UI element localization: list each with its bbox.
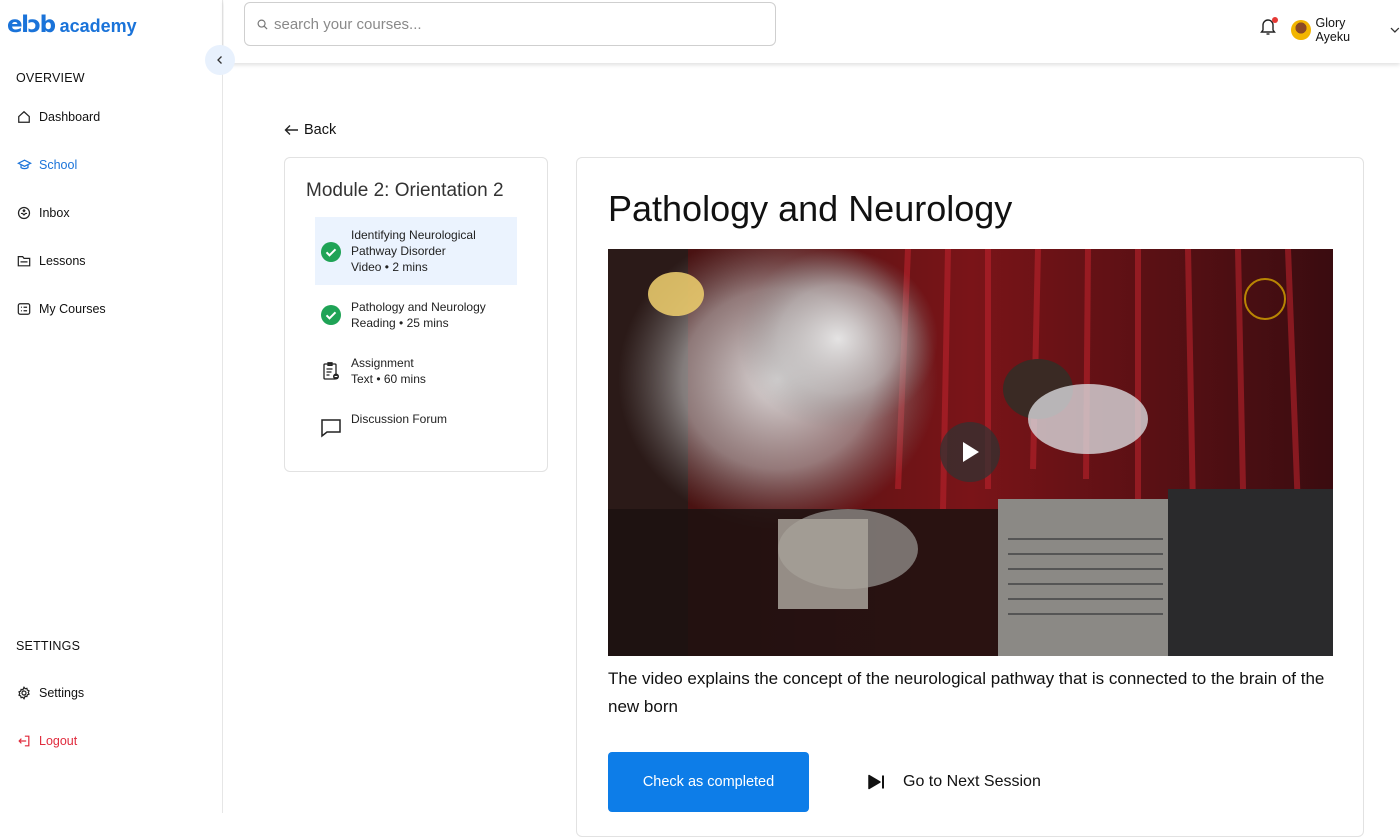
sidebar-item-logout[interactable]: Logout bbox=[16, 733, 77, 749]
search-box[interactable] bbox=[244, 2, 776, 46]
module-outline-card: Module 2: Orientation 2 Identifying Neur… bbox=[284, 157, 548, 472]
lesson-description: The video explains the concept of the ne… bbox=[608, 669, 1325, 716]
sidebar-item-label: Dashboard bbox=[39, 110, 101, 124]
lesson-title-heading: Pathology and Neurology bbox=[608, 188, 1013, 229]
lesson-item-assignment[interactable]: Assignment Text • 60 mins bbox=[315, 345, 517, 395]
chat-bubble-icon bbox=[320, 417, 342, 439]
brand-mark: elɔb bbox=[7, 12, 56, 38]
sidebar-item-label: Inbox bbox=[39, 206, 70, 220]
go-to-next-session-button[interactable]: Go to Next Session bbox=[867, 773, 1041, 791]
lesson-meta: Text • 60 mins bbox=[351, 372, 426, 386]
lesson-item-pathology-neurology[interactable]: Pathology and Neurology Reading • 25 min… bbox=[315, 289, 517, 339]
assignment-icon bbox=[320, 360, 342, 382]
notifications-button[interactable] bbox=[1259, 17, 1279, 37]
sidebar-item-label: School bbox=[39, 158, 78, 172]
completed-check-icon bbox=[320, 241, 342, 263]
lesson-meta: Video • 2 mins bbox=[351, 260, 428, 274]
user-name: Glory Ayeku bbox=[1315, 16, 1351, 44]
brand-logo[interactable]: elɔb academy bbox=[7, 12, 137, 38]
settings-section-title: SETTINGS bbox=[16, 639, 81, 653]
completed-check-icon bbox=[320, 304, 342, 326]
video-player[interactable] bbox=[608, 249, 1333, 656]
search-icon bbox=[257, 19, 268, 30]
skip-next-icon bbox=[868, 774, 884, 790]
sidebar: elɔb academy OVERVIEW Dashboard School I… bbox=[0, 0, 223, 813]
lesson-title: Discussion Forum bbox=[351, 412, 448, 426]
back-button[interactable]: Back bbox=[284, 122, 336, 138]
top-bar: Glory Ayeku bbox=[224, 0, 1400, 63]
check-as-completed-button[interactable]: Check as completed bbox=[608, 752, 809, 812]
arrow-left-icon bbox=[284, 125, 298, 135]
chevron-down-icon bbox=[1390, 27, 1400, 33]
inbox-icon bbox=[16, 205, 32, 221]
lesson-item-discussion-forum[interactable]: Discussion Forum bbox=[315, 401, 517, 447]
next-session-label: Go to Next Session bbox=[903, 773, 1041, 790]
lesson-content-card: Pathology and Neurology The video explai… bbox=[576, 157, 1364, 837]
lesson-title: Pathology and Neurology bbox=[351, 300, 486, 314]
sidebar-item-inbox[interactable]: Inbox bbox=[16, 205, 70, 221]
sidebar-item-label: My Courses bbox=[39, 302, 106, 316]
collapse-sidebar-button[interactable] bbox=[205, 45, 235, 75]
play-icon bbox=[963, 442, 979, 462]
brand-word: academy bbox=[59, 16, 137, 36]
lesson-meta: Reading • 25 mins bbox=[351, 316, 449, 330]
sidebar-item-lessons[interactable]: Lessons bbox=[16, 253, 86, 269]
folder-icon bbox=[16, 253, 32, 269]
lesson-title: Identifying Neurological Pathway Disorde… bbox=[351, 228, 476, 258]
chevron-left-icon bbox=[217, 56, 222, 64]
notification-dot bbox=[1272, 17, 1278, 23]
sidebar-item-label: Logout bbox=[39, 734, 78, 748]
lesson-item-identifying-neurological[interactable]: Identifying Neurological Pathway Disorde… bbox=[315, 217, 517, 285]
back-label: Back bbox=[304, 122, 337, 138]
sidebar-item-my-courses[interactable]: My Courses bbox=[16, 301, 106, 317]
logout-icon bbox=[16, 733, 32, 749]
courses-list-icon bbox=[16, 301, 32, 317]
sidebar-item-label: Settings bbox=[39, 686, 85, 700]
sidebar-item-label: Lessons bbox=[39, 254, 86, 268]
play-button[interactable] bbox=[940, 422, 1000, 482]
lesson-title: Assignment bbox=[351, 356, 414, 370]
gear-icon bbox=[16, 685, 32, 701]
overview-section-title: OVERVIEW bbox=[16, 71, 85, 85]
sidebar-item-settings[interactable]: Settings bbox=[16, 685, 84, 701]
module-title: Module 2: Orientation 2 bbox=[306, 180, 504, 201]
search-input[interactable] bbox=[274, 15, 754, 33]
avatar bbox=[1291, 20, 1311, 40]
sidebar-item-dashboard[interactable]: Dashboard bbox=[16, 109, 100, 125]
graduation-cap-icon bbox=[16, 157, 32, 173]
sidebar-item-school[interactable]: School bbox=[16, 157, 77, 173]
user-menu[interactable]: Glory Ayeku bbox=[1291, 16, 1400, 44]
home-icon bbox=[16, 109, 32, 125]
